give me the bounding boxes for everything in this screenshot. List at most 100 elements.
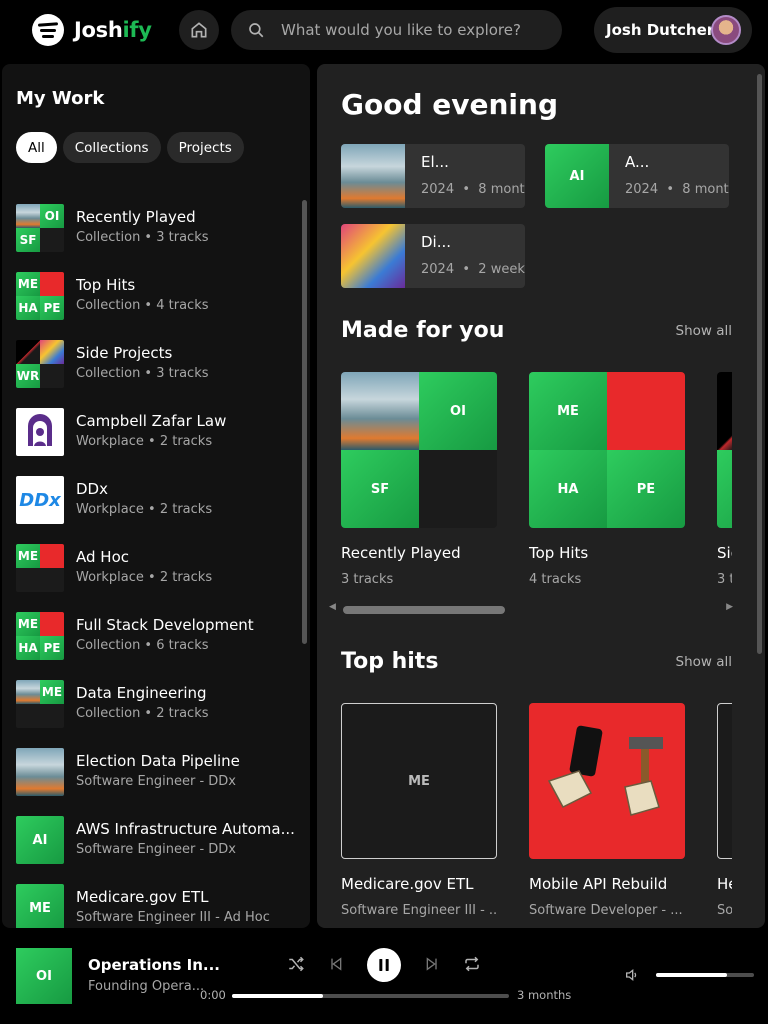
card-title: Recently Played (341, 544, 461, 562)
item-artwork: ME HA PE (16, 612, 64, 660)
list-item[interactable]: ME HA PE Full Stack Development Collectio… (16, 612, 296, 660)
item-title: DDx (76, 480, 108, 498)
item-title: Data Engineering (76, 684, 207, 702)
filter-projects[interactable]: Projects (166, 132, 244, 163)
logo-icon (32, 14, 64, 46)
made-for-you-show-all[interactable]: Show all (676, 323, 733, 339)
user-name: Josh Dutcher (606, 21, 715, 39)
item-subtitle: Workplace • 2 tracks (76, 502, 213, 517)
project-card[interactable]: Mobile API Rebuild Software Developer - … (529, 703, 685, 918)
skip-back-icon (331, 957, 342, 971)
card-subtitle: Software Engineer III - ... (341, 903, 497, 918)
next-button[interactable] (422, 952, 442, 976)
collection-card[interactable]: Side Projects 3 tracks (717, 372, 732, 587)
filter-all[interactable]: All (16, 132, 57, 163)
skip-forward-icon (426, 957, 437, 971)
list-item[interactable]: OI SF Recently Played Collection • 3 tra… (16, 204, 296, 252)
card-artwork (529, 703, 685, 859)
recent-meta: 2024 • 8 months (625, 182, 729, 197)
greeting: Good evening (341, 88, 558, 121)
user-menu-button[interactable]: Josh Dutcher (594, 7, 752, 53)
recent-title: El... (421, 153, 449, 171)
recent-meta: 2024 • 2 weeks (421, 262, 525, 277)
item-title: Medicare.gov ETL (76, 888, 209, 906)
list-item[interactable]: Election Data Pipeline Software Engineer… (16, 748, 296, 796)
item-subtitle: Collection • 2 tracks (76, 706, 209, 721)
item-artwork: ME (16, 884, 64, 928)
previous-button[interactable] (326, 952, 346, 976)
shuffle-button[interactable] (285, 952, 307, 976)
collection-card[interactable]: ME HA PE Top Hits 4 tracks (529, 372, 685, 587)
player-bar: OI Operations In... Founding Opera... 0:… (0, 928, 768, 1024)
item-artwork: OI SF (16, 204, 64, 252)
item-subtitle: Software Engineer - DDx (76, 774, 237, 789)
item-subtitle: Collection • 3 tracks (76, 366, 209, 381)
scroll-left-icon[interactable]: ◀ (329, 602, 336, 612)
item-artwork: ME (16, 544, 64, 592)
pause-icon (379, 959, 389, 971)
volume-button[interactable] (622, 965, 642, 985)
play-pause-button[interactable] (367, 948, 401, 982)
scroll-thumb[interactable] (343, 606, 505, 614)
project-card[interactable]: ME Medicare.gov ETL Software Engineer II… (341, 703, 497, 918)
item-subtitle: Collection • 6 tracks (76, 638, 209, 653)
volume-slider[interactable] (656, 973, 754, 977)
total-time: 3 months (517, 988, 572, 1002)
app-logo[interactable]: Joshify (32, 14, 152, 46)
item-title: Top Hits (76, 276, 136, 294)
main-scrollbar[interactable] (757, 74, 762, 654)
card-subtitle: 3 tracks (717, 572, 732, 587)
list-item[interactable]: AI AWS Infrastructure Automa... Software… (16, 816, 296, 864)
sidebar-scrollbar[interactable] (302, 200, 307, 644)
now-playing-title[interactable]: Operations In... (88, 956, 220, 974)
item-title: Campbell Zafar Law (76, 412, 227, 430)
filter-collections[interactable]: Collections (62, 132, 161, 163)
phone-hammer-art-icon (547, 725, 663, 816)
card-artwork: OI SF (341, 372, 497, 528)
search-input[interactable]: What would you like to explore? (231, 10, 562, 50)
item-artwork: AI (16, 816, 64, 864)
item-title: Ad Hoc (76, 548, 129, 566)
volume-icon (626, 968, 637, 982)
list-item[interactable]: WR Side Projects Collection • 3 tracks (16, 340, 296, 388)
project-card[interactable]: Hea... So... (717, 703, 732, 918)
item-subtitle: Software Engineer - DDx (76, 842, 237, 857)
list-item[interactable]: DDx DDx Workplace • 2 tracks (16, 476, 296, 524)
card-title: Medicare.gov ETL (341, 875, 474, 893)
list-item[interactable]: Campbell Zafar Law Workplace • 2 tracks (16, 408, 296, 456)
recent-item[interactable]: AI A... 2024 • 8 months (545, 144, 729, 208)
app-name: Joshify (74, 18, 152, 42)
carousel-scrollbar[interactable]: ◀ ▶ (329, 602, 733, 614)
list-item[interactable]: ME Ad Hoc Workplace • 2 tracks (16, 544, 296, 592)
top-hits-show-all[interactable]: Show all (676, 654, 733, 670)
repeat-button[interactable] (461, 952, 483, 976)
recent-item[interactable]: Di... 2024 • 2 weeks (341, 224, 525, 288)
progress-bar[interactable] (232, 994, 509, 998)
item-artwork: ME (16, 680, 64, 728)
item-subtitle: Software Engineer III - Ad Hoc (76, 910, 270, 925)
collection-card[interactable]: OI SF Recently Played 3 tracks (341, 372, 497, 587)
elapsed-time: 0:00 (200, 988, 226, 1002)
now-playing-subtitle[interactable]: Founding Opera... (88, 979, 204, 994)
recent-item[interactable]: El... 2024 • 8 months (341, 144, 525, 208)
now-playing-artwork[interactable]: OI (16, 948, 72, 1004)
card-artwork (717, 372, 732, 528)
shuffle-icon (289, 956, 304, 972)
card-subtitle: Software Developer - ... (529, 903, 683, 918)
library-sidebar: My Work All Collections Projects OI SF R… (2, 64, 310, 928)
card-title: Hea... (717, 875, 732, 893)
scroll-right-icon[interactable]: ▶ (726, 602, 733, 612)
list-item[interactable]: ME Medicare.gov ETL Software Engineer II… (16, 884, 296, 928)
recent-artwork (341, 144, 405, 208)
item-subtitle: Collection • 4 tracks (76, 298, 209, 313)
top-hits-title: Top hits (341, 649, 439, 674)
list-item[interactable]: ME HA PE Top Hits Collection • 4 tracks (16, 272, 296, 320)
item-title: Full Stack Development (76, 616, 254, 634)
recent-artwork: AI (545, 144, 609, 208)
card-subtitle: 4 tracks (529, 572, 582, 587)
list-item[interactable]: ME Data Engineering Collection • 2 track… (16, 680, 296, 728)
top-bar: Joshify What would you like to explore? … (0, 0, 768, 60)
recent-artwork (341, 224, 405, 288)
home-button[interactable] (179, 10, 219, 50)
card-subtitle: So... (717, 903, 732, 918)
